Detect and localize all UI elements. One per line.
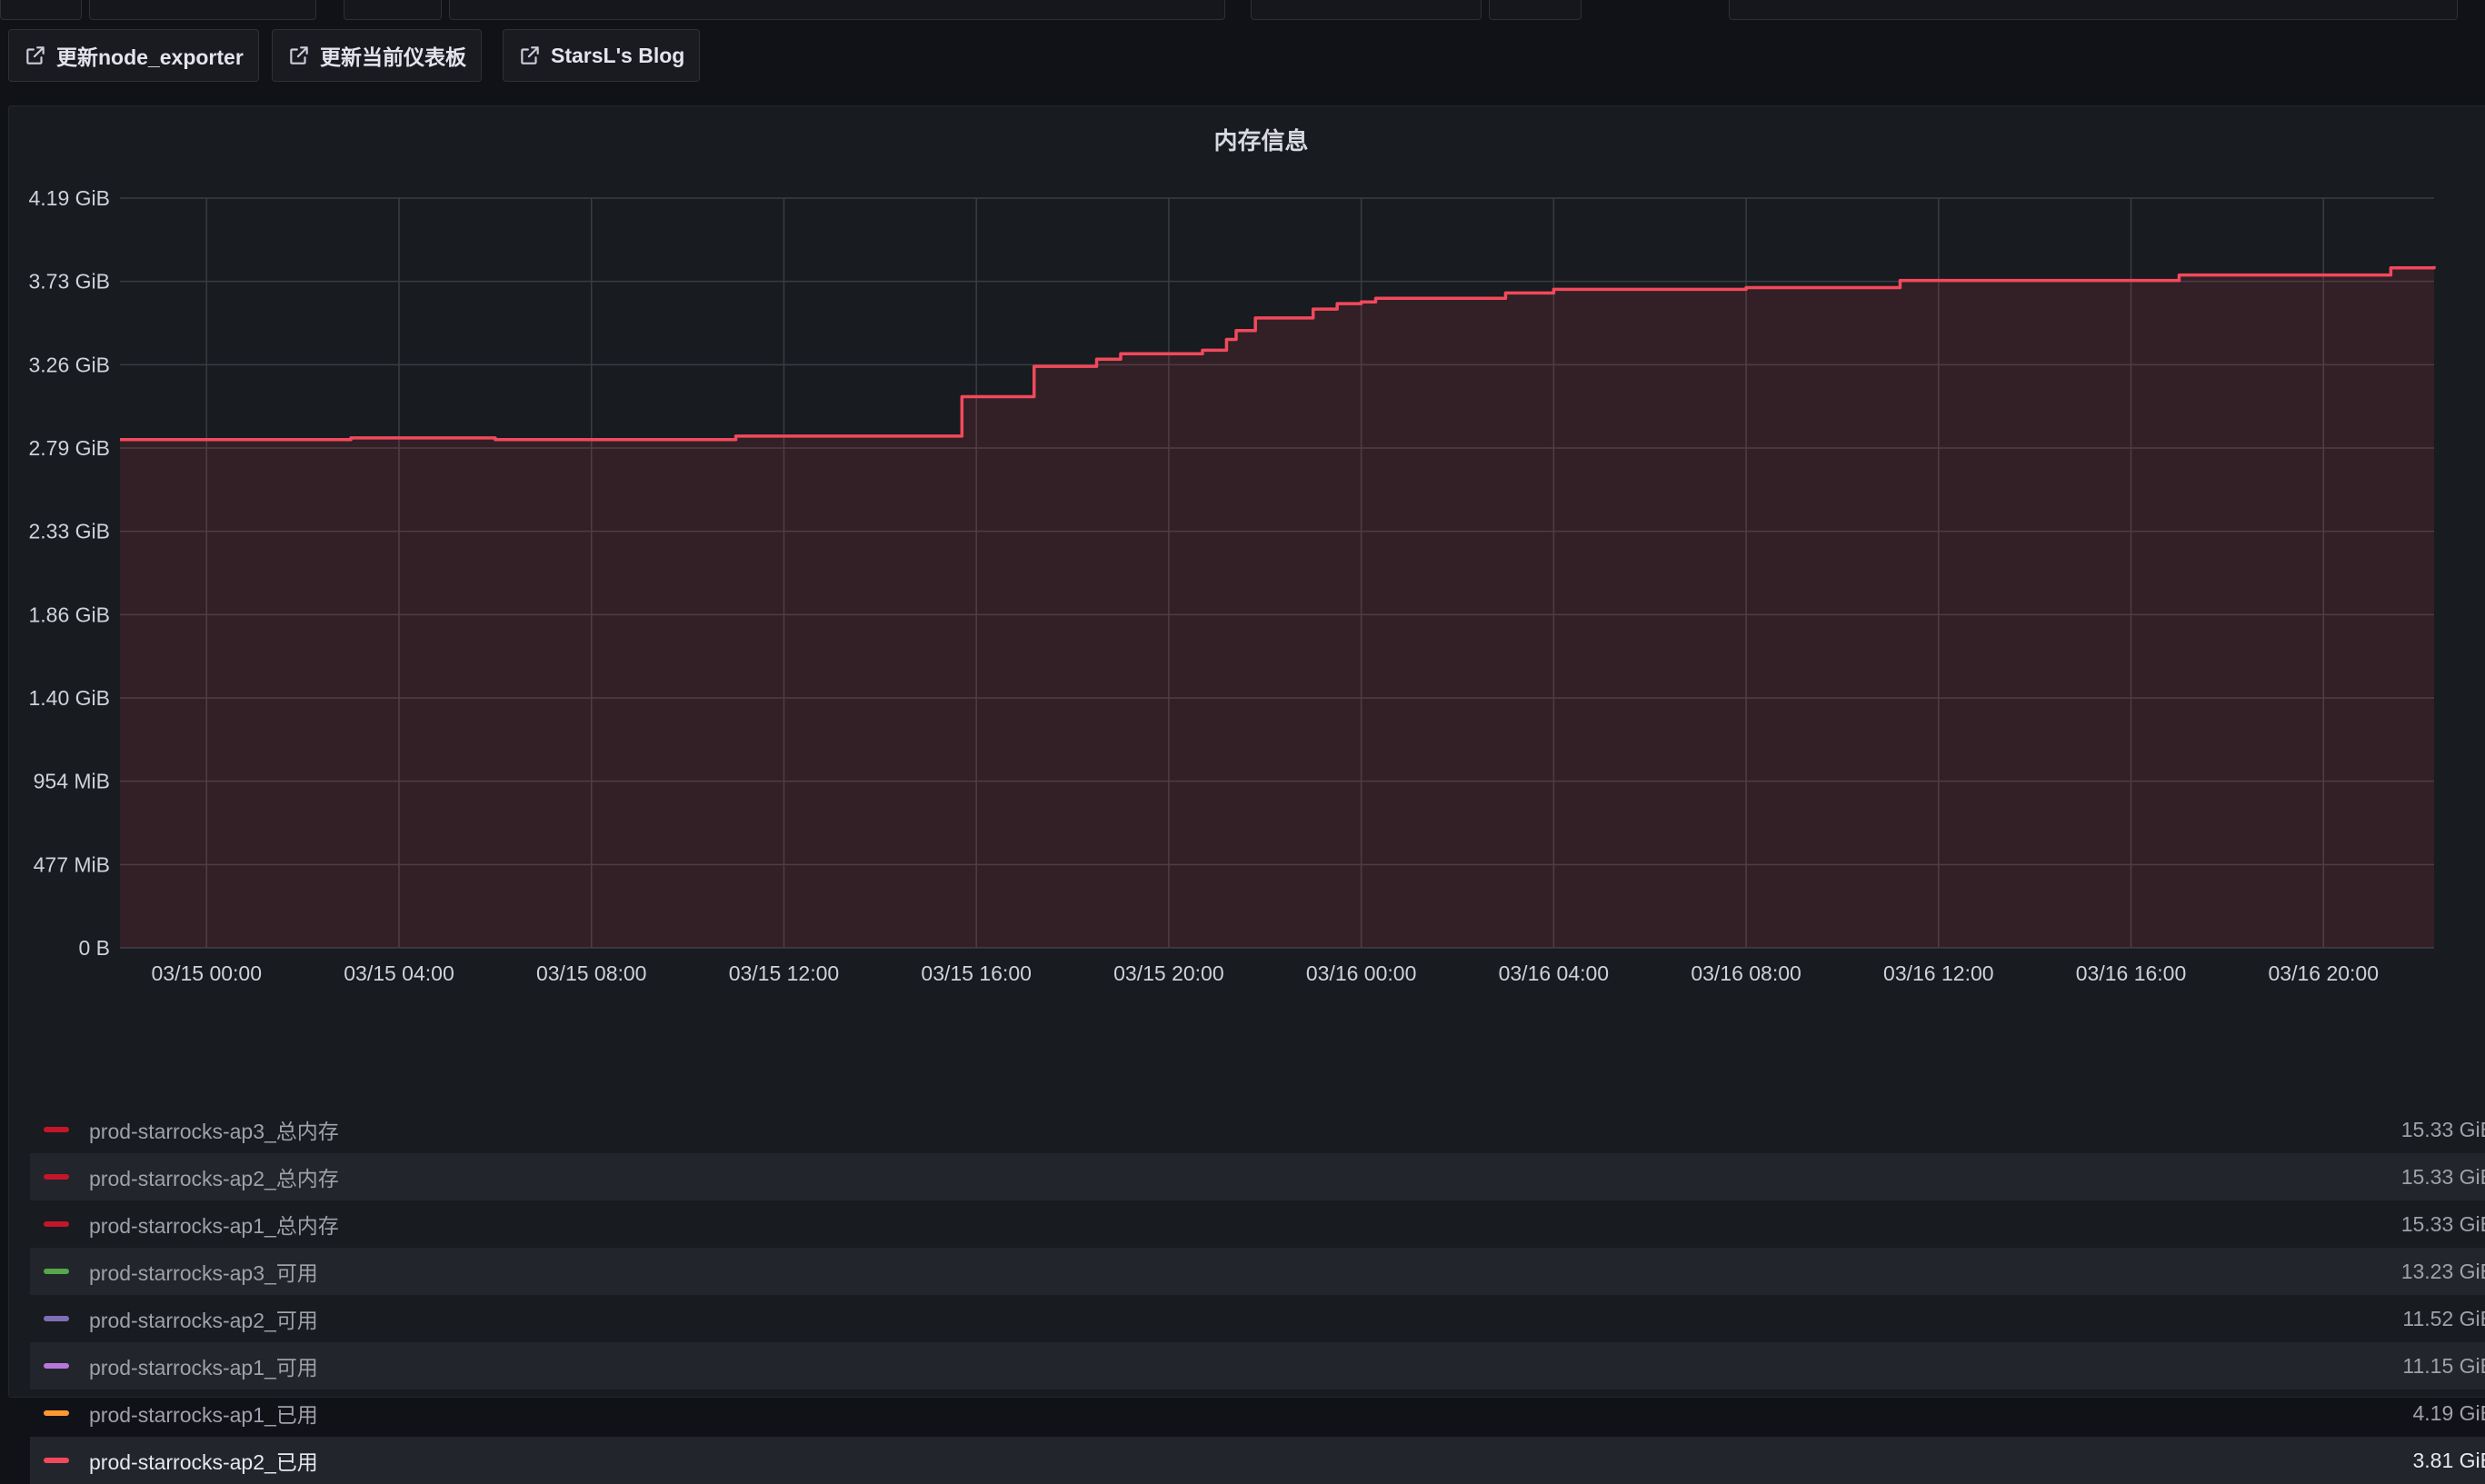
legend-swatch — [44, 1127, 69, 1132]
legend-label: prod-starrocks-ap2_已用 — [89, 1445, 318, 1476]
x-tick-label: 03/16 08:00 — [1691, 961, 1801, 985]
legend-swatch — [44, 1363, 69, 1369]
y-tick-label: 3.73 GiB — [29, 270, 111, 294]
x-tick-label: 03/15 12:00 — [729, 961, 840, 985]
link-label: 更新当前仪表板 — [320, 40, 466, 71]
x-tick-label: 03/15 20:00 — [1113, 961, 1224, 985]
x-tick-label: 03/16 04:00 — [1499, 961, 1610, 985]
legend-value: 4.19 GiB — [2413, 1389, 2485, 1437]
variable-select[interactable] — [1489, 0, 1582, 20]
variable-select[interactable] — [1251, 0, 1482, 20]
legend-label: prod-starrocks-ap1_已用 — [89, 1398, 318, 1429]
memory-chart[interactable]: 0 B 477 MiB 954 MiB 1.40 GiB 1.86 GiB 2.33 Gi… — [9, 106, 2485, 1106]
legend-item[interactable]: prod-starrocks-ap3_可用 13.23 GiB — [30, 1248, 2485, 1295]
legend-value: 11.52 GiB — [2402, 1295, 2485, 1342]
y-tick-label: 2.33 GiB — [29, 520, 111, 543]
x-tick-label: 03/16 12:00 — [1883, 961, 1994, 985]
series-area — [120, 266, 2434, 948]
dashboard-variables-bar — [0, 0, 2485, 24]
legend-value: 15.33 GiB — [2401, 1200, 2485, 1248]
y-tick-label: 954 MiB — [34, 770, 110, 793]
y-tick-label: 1.40 GiB — [29, 686, 111, 710]
legend-value: 3.81 GiB — [2413, 1437, 2485, 1484]
legend-value: 15.33 GiB — [2401, 1153, 2485, 1200]
legend-swatch — [44, 1174, 69, 1180]
legend-item[interactable]: prod-starrocks-ap1_已用 4.19 GiB — [30, 1389, 2485, 1437]
legend-swatch — [44, 1269, 69, 1274]
legend-label: prod-starrocks-ap3_可用 — [89, 1256, 318, 1287]
legend-swatch — [44, 1221, 69, 1227]
external-link-icon — [518, 44, 542, 67]
variable-select[interactable] — [0, 0, 82, 20]
link-update-node-exporter[interactable]: 更新node_exporter — [8, 29, 259, 82]
link-update-dashboard[interactable]: 更新当前仪表板 — [272, 29, 482, 82]
legend-item[interactable]: prod-starrocks-ap2_总内存 15.33 GiB — [30, 1153, 2485, 1200]
x-tick-label: 03/15 04:00 — [344, 961, 454, 985]
variable-select[interactable] — [1729, 0, 2458, 20]
legend-label: prod-starrocks-ap1_可用 — [89, 1350, 318, 1381]
x-tick-label: 03/16 16:00 — [2076, 961, 2187, 985]
link-label: 更新node_exporter — [56, 40, 244, 71]
memory-panel: 内存信息 0 B477 MiB954 MiB1.40 GiB1.86 GiB2.… — [8, 105, 2485, 1398]
variable-select[interactable] — [449, 0, 1225, 20]
legend-item[interactable]: prod-starrocks-ap1_总内存 15.33 GiB — [30, 1200, 2485, 1248]
legend-swatch — [44, 1410, 69, 1416]
y-tick-label: 2.79 GiB — [29, 436, 111, 460]
legend-value: 13.23 GiB — [2401, 1248, 2485, 1295]
legend-swatch — [44, 1316, 69, 1321]
y-tick-label: 4.19 GiB — [29, 186, 111, 210]
external-link-icon — [24, 44, 47, 67]
y-tick-label: 1.86 GiB — [29, 603, 111, 626]
y-tick-label: 477 MiB — [34, 852, 110, 876]
y-tick-label: 0 B — [78, 936, 110, 960]
legend-label: prod-starrocks-ap3_总内存 — [89, 1114, 339, 1145]
external-link-icon — [287, 44, 311, 67]
legend-item[interactable]: prod-starrocks-ap3_总内存 15.33 GiB — [30, 1106, 2485, 1153]
link-blog[interactable]: StarsL's Blog — [503, 29, 700, 82]
variable-label — [344, 0, 442, 20]
x-tick-label: 03/16 00:00 — [1306, 961, 1417, 985]
legend-item[interactable]: prod-starrocks-ap2_已用 3.81 GiB — [30, 1437, 2485, 1484]
x-tick-label: 03/15 00:00 — [152, 961, 263, 985]
legend-item[interactable]: prod-starrocks-ap2_可用 11.52 GiB — [30, 1295, 2485, 1342]
legend-swatch — [44, 1458, 69, 1463]
legend-label: prod-starrocks-ap2_总内存 — [89, 1161, 339, 1192]
legend-value: 11.15 GiB — [2402, 1342, 2485, 1389]
legend-item[interactable]: prod-starrocks-ap1_可用 11.15 GiB — [30, 1342, 2485, 1389]
link-label: StarsL's Blog — [551, 44, 684, 68]
variable-select[interactable] — [89, 0, 316, 20]
x-tick-label: 03/15 16:00 — [921, 961, 1032, 985]
x-tick-label: 03/16 20:00 — [2269, 961, 2380, 985]
legend-label: prod-starrocks-ap2_可用 — [89, 1303, 318, 1334]
legend-label: prod-starrocks-ap1_总内存 — [89, 1209, 339, 1240]
legend-value: 15.33 GiB — [2401, 1106, 2485, 1153]
y-tick-label: 3.26 GiB — [29, 353, 111, 376]
x-tick-label: 03/15 08:00 — [536, 961, 647, 985]
